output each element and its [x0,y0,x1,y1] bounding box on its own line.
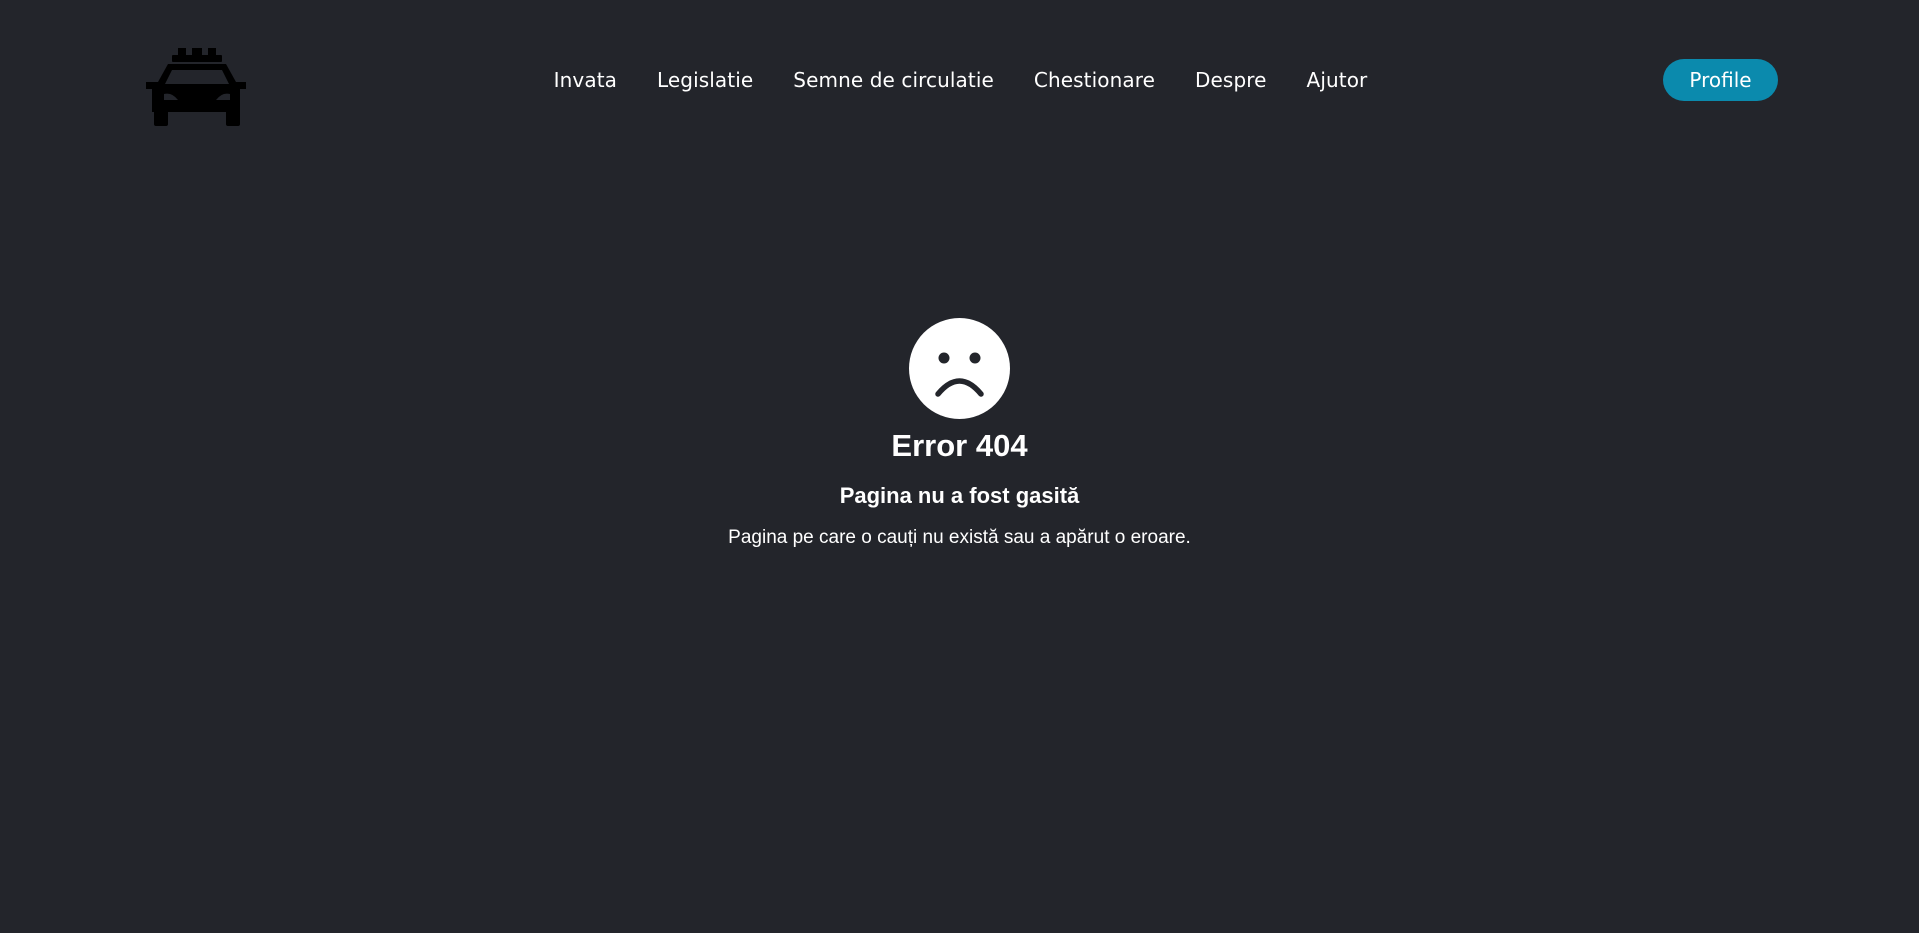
nav-item-despre[interactable]: Despre [1195,64,1267,96]
error-section: Error 404 Pagina nu a fost gasită Pagina… [0,318,1919,551]
nav-item-invata[interactable]: Invata [554,64,617,96]
profile-button[interactable]: Profile [1663,59,1778,101]
nav-links: Invata Legislatie Semne de circulatie Ch… [554,64,1368,96]
main-nav: Invata Legislatie Semne de circulatie Ch… [0,64,1919,96]
sad-face-icon [909,318,1010,419]
nav-item-chestionare[interactable]: Chestionare [1034,64,1155,96]
error-message: Pagina pe care o cauți nu există sau a a… [728,527,1191,548]
error-title: Error 404 [891,428,1028,463]
nav-item-semne-de-circulatie[interactable]: Semne de circulatie [793,64,994,96]
nav-item-legislatie[interactable]: Legislatie [657,64,753,96]
error-subtitle: Pagina nu a fost gasită [839,483,1080,508]
logo[interactable] [146,46,248,126]
nav-item-ajutor[interactable]: Ajutor [1307,64,1368,96]
taxi-car-icon [146,48,246,126]
